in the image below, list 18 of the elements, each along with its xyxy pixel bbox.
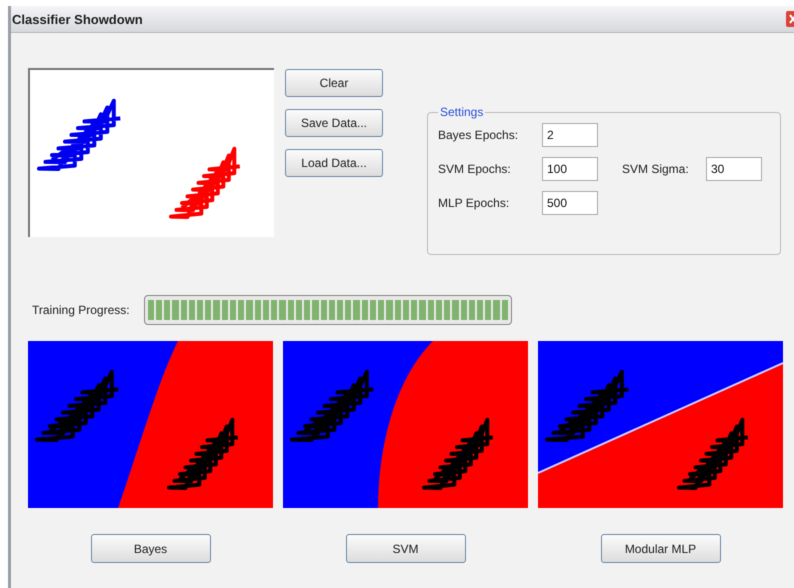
field-label: SVM Epochs:	[438, 162, 512, 176]
data-button[interactable]: Load Data...	[285, 149, 383, 177]
input-field[interactable]: 2	[542, 123, 598, 147]
field-label: Bayes Epochs:	[438, 128, 520, 142]
field-label: MLP Epochs:	[438, 196, 510, 210]
data-button[interactable]: Clear	[285, 69, 383, 97]
classifier-button[interactable]: Modular MLP	[600, 534, 720, 563]
data-button[interactable]: Save Data...	[285, 109, 383, 137]
window-title: Classifier Showdown	[12, 12, 143, 26]
group-title: Settings	[439, 105, 484, 119]
progress-label: Training Progress:	[32, 303, 130, 317]
input-field[interactable]: 500	[542, 191, 598, 215]
input-field[interactable]: 100	[542, 157, 598, 181]
classifier-button[interactable]: SVM	[346, 534, 466, 563]
input-field[interactable]: 30	[706, 157, 762, 181]
field-label: SVM Sigma:	[622, 162, 690, 176]
drawing-canvas[interactable]	[28, 68, 274, 237]
classifier-button[interactable]: Bayes	[90, 534, 210, 563]
